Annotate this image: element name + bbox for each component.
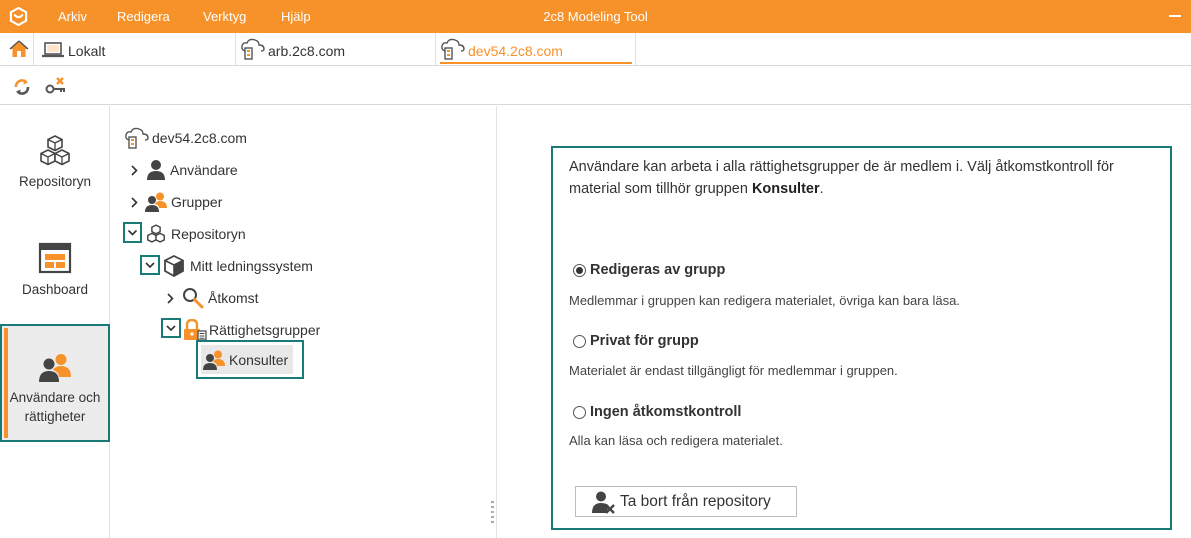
title-bar: Arkiv Redigera Verktyg Hjälp 2c8 Modelin… [0,0,1191,33]
tree-node-anvandare[interactable]: Användare [146,157,238,183]
active-tab-indicator [440,62,632,64]
cloud-server-icon [241,38,265,60]
option-label: Redigeras av grupp [590,262,726,278]
nav-anvandare-och-rattigheter[interactable]: Användare och rättigheter [0,324,110,442]
tree-label: Rättighetsgrupper [209,322,321,338]
option-ingen-atkomstkontroll[interactable]: Ingen åtkomstkontroll [573,404,741,420]
tree-label: Åtkomst [208,290,259,306]
active-nav-indicator [4,328,8,438]
radio-unselected[interactable] [573,334,586,348]
tree-label: Repositoryn [171,226,246,242]
tree-label: Konsulter [229,352,289,368]
tree-label: Grupper [171,194,223,210]
tree-node-konsulter[interactable]: Konsulter [196,340,304,379]
tab-label: Lokalt [68,43,106,59]
group-name: Konsulter [751,181,820,197]
description-text: Användare kan arbeta i alla rättighetsgr… [569,159,1114,197]
cubes-icon [147,224,165,243]
tree-node-content: Konsulter [202,347,288,373]
option-label: Ingen åtkomstkontroll [590,404,742,420]
nav-dashboard[interactable]: Dashboard [0,238,110,308]
sync-icon[interactable] [12,77,32,97]
toolbar [0,67,1191,105]
left-navigation: Repositoryn Dashboard Användare och rätt… [0,106,110,538]
chevron-right-icon[interactable] [126,162,143,179]
tree-node-atkomst[interactable]: Åtkomst [182,285,259,311]
users-icon [39,354,71,382]
tree-node-repositoryn[interactable]: Repositoryn [145,221,246,247]
tree-node-grupper[interactable]: Grupper [144,189,222,215]
chevron-right-icon[interactable] [126,194,143,211]
nav-label: Dashboard [21,282,89,297]
minimize-button[interactable] [1169,15,1181,17]
home-icon [9,40,29,57]
tree-label: Användare [170,162,238,178]
chevron-down-icon[interactable] [123,222,142,243]
search-icon [183,288,204,309]
chevron-right-icon[interactable] [162,290,179,307]
chevron-down-icon[interactable] [161,318,181,338]
option-privat-for-grupp[interactable]: Privat för grupp [573,333,699,349]
group-icon [203,350,225,370]
home-tab[interactable] [0,33,34,66]
group-icon [145,192,167,212]
chevron-down-icon[interactable] [140,255,160,275]
cloud-server-icon [441,38,465,60]
option-redigeras-av-grupp[interactable]: Redigeras av grupp [573,262,725,278]
option-label: Privat för grupp [590,333,699,349]
tree-label: dev54.2c8.com [152,130,247,146]
repository-tree: dev54.2c8.com Användare Grupper Reposito… [110,106,497,538]
nav-label: Repositoryn [18,174,92,189]
tree-node-mitt-ledningssystem[interactable]: Mitt ledningssystem [164,253,313,279]
cubes-icon [40,135,70,166]
window-title: 2c8 Modeling Tool [543,9,648,24]
group-details-panel: Användare kan arbeta i alla rättighetsgr… [551,146,1172,530]
tab-dev54[interactable]: dev54.2c8.com [436,33,636,66]
remove-from-repository-button[interactable]: Ta bort från repository [575,486,797,517]
cloud-server-icon [125,127,149,149]
nav-label: Användare och rättigheter [9,390,101,424]
nav-repositoryn[interactable]: Repositoryn [0,128,110,208]
tab-arb[interactable]: arb.2c8.com [236,33,436,66]
remove-user-icon [592,491,615,514]
option-description: Alla kan läsa och redigera materialet. [569,433,783,448]
radio-selected[interactable] [573,263,586,277]
panel-splitter[interactable] [491,500,494,524]
option-description: Materialet är endast tillgängligt för me… [569,363,898,378]
tab-label: arb.2c8.com [268,43,346,59]
tree-root[interactable]: dev54.2c8.com [124,125,247,151]
tab-bar: Lokalt arb.2c8.com dev54.2c8.com [0,33,1191,66]
access-description: Användare kan arbeta i alla rättighetsgr… [569,156,1164,200]
dashboard-icon [38,242,72,274]
disconnect-key-icon[interactable] [44,76,68,96]
description-end: . [819,181,824,197]
cube-icon [164,255,184,277]
lock-group-icon [184,319,207,341]
tab-label: dev54.2c8.com [468,43,563,59]
tree-label: Mitt ledningssystem [190,258,313,274]
button-label: Ta bort från repository [620,492,771,510]
radio-unselected[interactable] [573,405,586,419]
tab-lokalt[interactable]: Lokalt [34,33,236,66]
option-description: Medlemmar i gruppen kan redigera materia… [569,293,960,308]
user-icon [147,160,165,180]
laptop-icon [42,42,64,58]
